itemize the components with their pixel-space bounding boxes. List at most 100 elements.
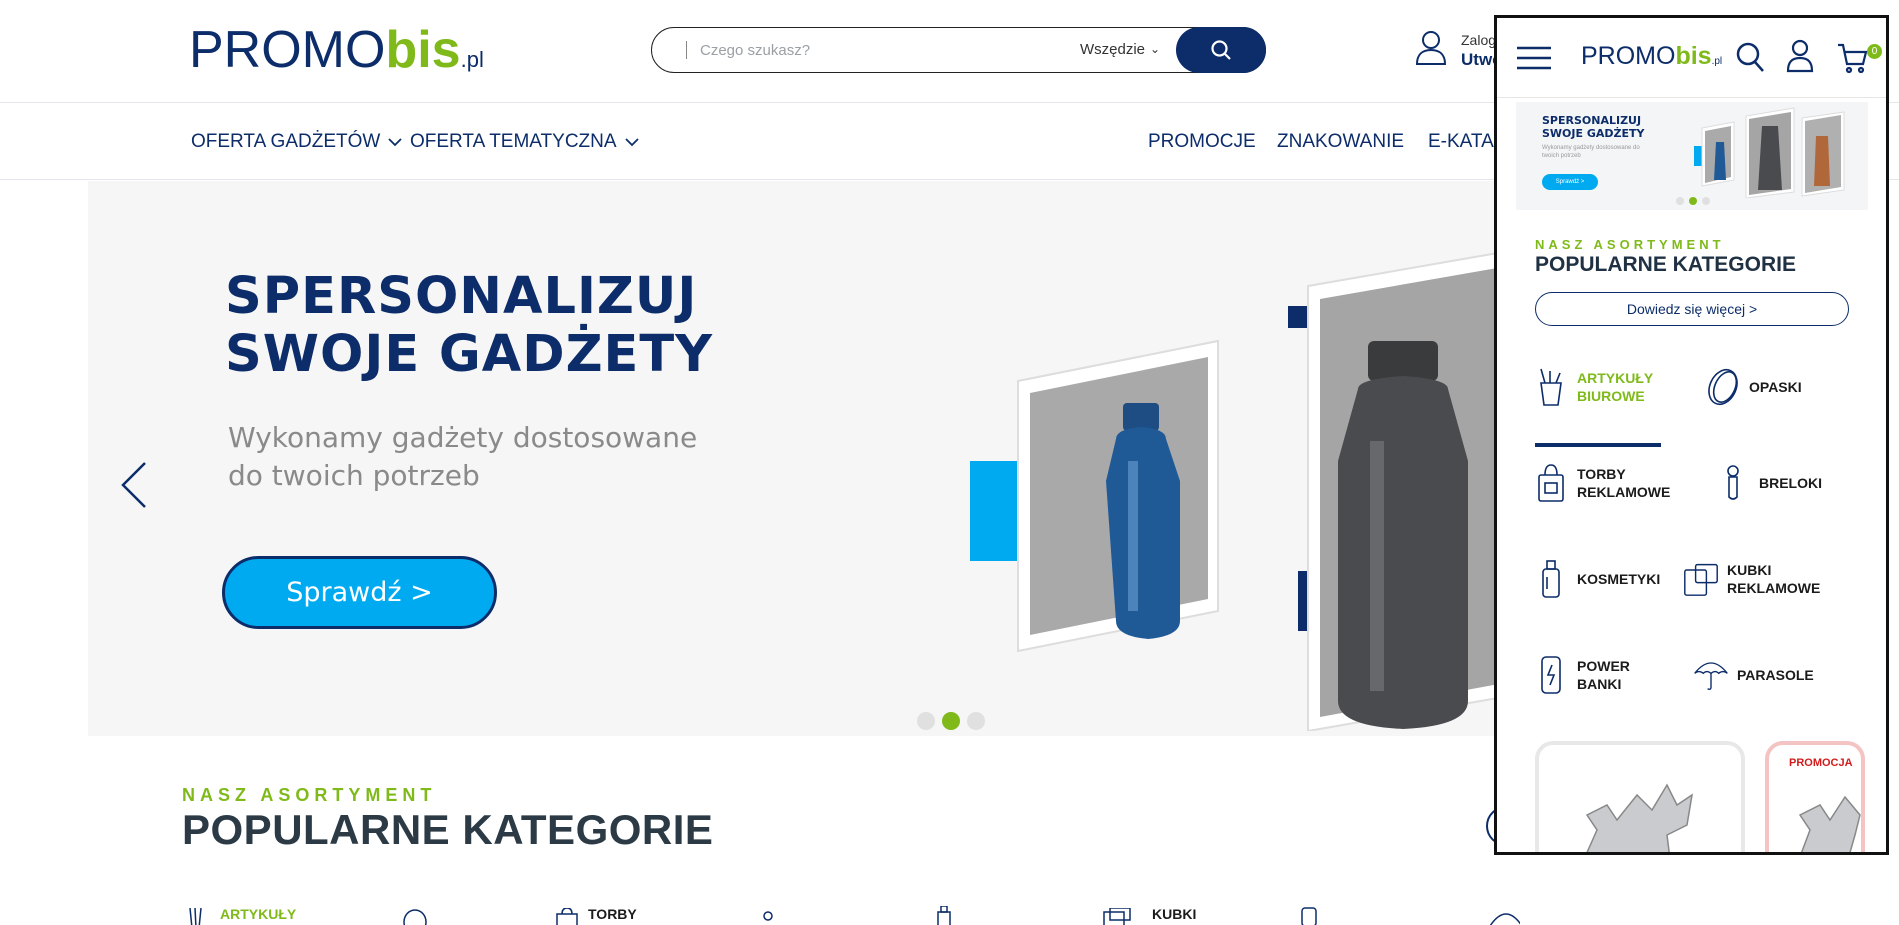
chevron-down-icon[interactable]: ⌄ bbox=[1150, 42, 1160, 56]
wristband-icon bbox=[1708, 368, 1738, 406]
slider-dot-active[interactable] bbox=[942, 712, 960, 730]
pencil-cup-icon bbox=[1540, 368, 1562, 406]
category-opaski[interactable]: OPASKI bbox=[1705, 365, 1802, 409]
cart-icon[interactable] bbox=[1837, 42, 1869, 74]
mobile-hero-cta-button[interactable]: Sprawdź > bbox=[1542, 174, 1598, 190]
hero-subtitle: Wykonamy gadżety dostosowane do twoich p… bbox=[228, 419, 697, 495]
nav-item-oferta-tematyczna[interactable]: OFERTA TEMATYCZNA bbox=[410, 131, 639, 153]
text-caret bbox=[686, 41, 687, 59]
mobile-hero-banner[interactable]: SPERSONALIZUJ SWOJE GADŻETY Wykonamy gad… bbox=[1516, 102, 1868, 210]
category-label: KOSMETYKI bbox=[1577, 571, 1661, 587]
category-breloki[interactable]: BRELOKI bbox=[1715, 461, 1822, 505]
nav-item-label: OFERTA TEMATYCZNA bbox=[410, 131, 617, 152]
mobile-section-kicker: NASZ ASORTYMENT bbox=[1535, 237, 1725, 252]
hero-slider-dots bbox=[917, 712, 985, 730]
cosmetics-bottle-icon bbox=[1542, 560, 1560, 598]
section-title: POPULARNE KATEGORIE bbox=[182, 806, 714, 853]
hamburger-menu-icon[interactable] bbox=[1517, 46, 1551, 70]
mobile-hero-title-line: SPERSONALIZUJ bbox=[1542, 114, 1642, 127]
site-logo[interactable]: PROMObis.pl bbox=[189, 24, 484, 86]
search-scope-select[interactable]: Wszędzie bbox=[1080, 41, 1145, 58]
category-label: POWER BANKI bbox=[1577, 658, 1630, 692]
nav-item-label: ZNAKOWANIE bbox=[1277, 131, 1405, 152]
cart-count-badge: 0 bbox=[1867, 44, 1882, 59]
learn-more-button[interactable]: Dowiedz się więcej > bbox=[1535, 292, 1849, 326]
slider-dot[interactable] bbox=[967, 712, 985, 730]
nav-item-label: OFERTA GADŻETÓW bbox=[191, 131, 381, 152]
user-icon[interactable] bbox=[1786, 39, 1814, 73]
mug-icon bbox=[1103, 908, 1131, 925]
nav-item-promocje[interactable]: PROMOCJE bbox=[1148, 131, 1256, 153]
chevron-down-icon bbox=[388, 138, 402, 147]
hero-title: SPERSONALIZUJ SWOJE GADŻETY bbox=[225, 268, 713, 384]
bag-icon bbox=[1538, 464, 1564, 502]
keychain-icon bbox=[763, 911, 773, 921]
user-icon bbox=[1415, 31, 1447, 65]
mobile-header: PROMObis.pl 0 bbox=[1497, 18, 1886, 98]
category-parasole[interactable]: PARASOLE bbox=[1693, 653, 1814, 697]
chevron-left-icon[interactable] bbox=[119, 461, 149, 509]
bag-icon bbox=[556, 908, 578, 925]
category-label: OPASKI bbox=[1749, 379, 1802, 395]
wristband-icon bbox=[403, 909, 427, 925]
category-label: ARTYKUŁY BIUROWE bbox=[1577, 370, 1654, 404]
slider-dot[interactable] bbox=[917, 712, 935, 730]
category-label[interactable]: ARTYKUŁY bbox=[220, 906, 296, 922]
powerbank-icon bbox=[1541, 656, 1561, 694]
hero-subtitle-line: do twoich potrzeb bbox=[228, 459, 480, 492]
cosmetics-bottle-icon bbox=[937, 906, 951, 925]
logo-promo-text: PROMO bbox=[1581, 42, 1676, 70]
hero-title-line: SWOJE GADŻETY bbox=[225, 325, 714, 384]
logo-promo-text: PROMO bbox=[189, 21, 386, 79]
chevron-down-icon bbox=[624, 138, 639, 147]
logo-pl-text: .pl bbox=[1711, 56, 1723, 67]
slider-dot[interactable] bbox=[1676, 197, 1684, 205]
product-image bbox=[1585, 783, 1694, 852]
hero-cta-button[interactable]: Sprawdź > bbox=[222, 556, 497, 629]
category-power-banki[interactable]: POWER BANKI bbox=[1533, 653, 1630, 697]
section-kicker: NASZ ASORTYMENT bbox=[182, 785, 437, 805]
search-icon bbox=[1211, 40, 1231, 60]
mobile-hero-title: SPERSONALIZUJ SWOJE GADŻETY bbox=[1542, 114, 1644, 140]
slider-dot-active[interactable] bbox=[1689, 197, 1697, 205]
product-card[interactable] bbox=[1535, 741, 1745, 852]
product-image bbox=[1798, 795, 1861, 852]
category-label: KUBKI REKLAMOWE bbox=[1727, 562, 1821, 596]
search-input[interactable] bbox=[700, 36, 1040, 64]
category-row-partial: ARTYKUŁY TORBY KUBKI bbox=[180, 906, 1520, 925]
pencil-cup-icon bbox=[189, 908, 202, 925]
category-artykuly-biurowe[interactable]: ARTYKUŁY BIUROWE bbox=[1533, 365, 1653, 409]
nav-item-label: PROMOCJE bbox=[1148, 131, 1256, 152]
umbrella-icon bbox=[1489, 913, 1520, 925]
active-category-underline bbox=[1535, 443, 1661, 447]
nav-item-znakowanie[interactable]: ZNAKOWANIE bbox=[1277, 131, 1404, 153]
search-button[interactable] bbox=[1176, 27, 1266, 73]
mug-icon bbox=[1684, 563, 1718, 596]
hero-title-line: SPERSONALIZUJ bbox=[225, 267, 698, 326]
nav-item-oferta-gadzetow[interactable]: OFERTA GADŻETÓW bbox=[191, 131, 402, 153]
logo-bis-text: bis bbox=[1675, 42, 1712, 70]
category-torby-reklamowe[interactable]: TORBY REKLAMOWE bbox=[1533, 461, 1670, 505]
category-label[interactable]: KUBKI bbox=[1152, 906, 1196, 922]
keychain-icon bbox=[1727, 465, 1739, 500]
bottles-illustration bbox=[970, 248, 1518, 731]
category-label[interactable]: TORBY bbox=[588, 906, 637, 922]
logo-pl-text: .pl bbox=[460, 47, 484, 72]
mobile-preview-panel: PROMObis.pl 0 SPERSONALIZUJ SWOJE GADŻET… bbox=[1494, 15, 1889, 855]
search-bar: Wszędzie ⌄ bbox=[651, 27, 1266, 73]
hero-subtitle-line: Wykonamy gadżety dostosowane bbox=[228, 421, 698, 454]
mobile-logo[interactable]: PROMObis.pl bbox=[1581, 42, 1722, 76]
logo-bis-text: bis bbox=[385, 21, 461, 79]
category-kubki-reklamowe[interactable]: KUBKI REKLAMOWE bbox=[1683, 557, 1820, 601]
hero-banner[interactable]: SPERSONALIZUJ SWOJE GADŻETY Wykonamy gad… bbox=[88, 181, 1518, 736]
search-icon[interactable] bbox=[1735, 41, 1765, 73]
powerbank-icon bbox=[1301, 907, 1317, 925]
mobile-hero-title-line: SWOJE GADŻETY bbox=[1542, 127, 1645, 140]
mobile-hero-subtitle: Wykonamy gadżety dostosowane do twoich p… bbox=[1542, 145, 1640, 159]
bottles-illustration bbox=[1694, 107, 1845, 198]
category-label: TORBY REKLAMOWE bbox=[1577, 466, 1671, 500]
mobile-slider-dots bbox=[1676, 197, 1710, 205]
slider-dot[interactable] bbox=[1702, 197, 1710, 205]
product-card-promo[interactable]: PROMOCJA bbox=[1765, 741, 1865, 852]
category-kosmetyki[interactable]: KOSMETYKI bbox=[1533, 557, 1660, 601]
